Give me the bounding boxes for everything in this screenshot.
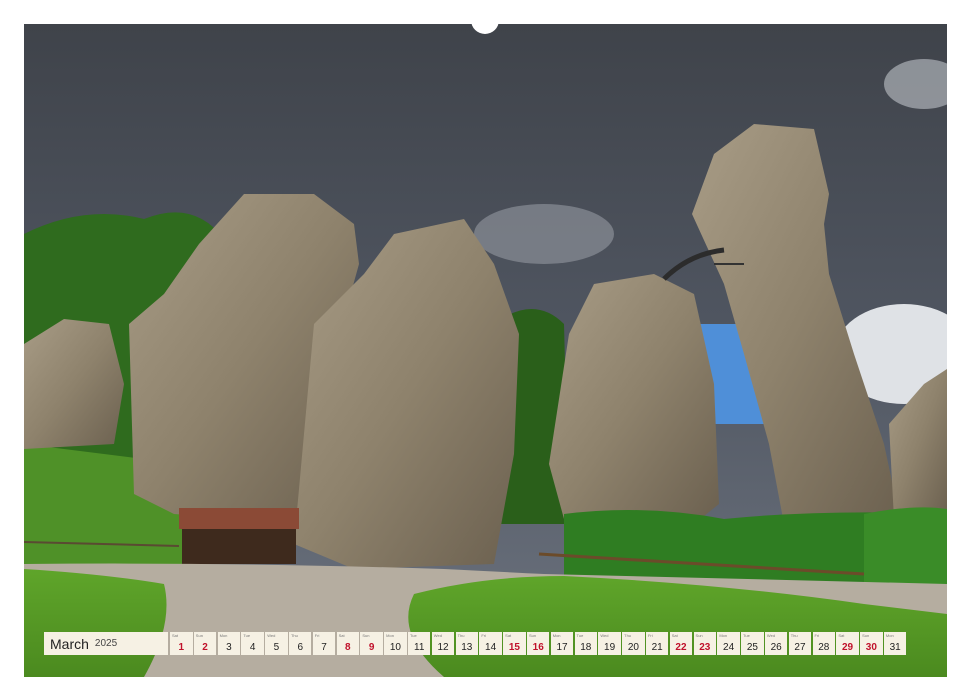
weekday-label: Mon	[552, 633, 561, 638]
weekday-label: Tue	[243, 633, 251, 638]
weekday-label: Thu	[290, 633, 298, 638]
weekday-label: Thu	[457, 633, 465, 638]
day-cell: Sun 23	[693, 632, 717, 655]
calendar-strip: March 2025 Sat 1 Sun 2 Mon 3 Tue 4 Wed 5 Thu 6 Fri 7 S…	[44, 632, 927, 655]
day-cell: Sat 29	[836, 632, 859, 655]
day-cell: Tue 18	[574, 632, 598, 655]
day-cell: Fri 21	[645, 632, 669, 655]
day-cell: Mon 24	[717, 632, 740, 655]
weekday-label: Sat	[671, 633, 678, 638]
day-cell: Sat 15	[503, 632, 526, 655]
weekday-label: Sun	[362, 633, 370, 638]
weekday-label: Sat	[505, 633, 512, 638]
day-cell: Tue 11	[407, 632, 431, 655]
day-number: 24	[723, 642, 735, 653]
landscape-photo	[24, 24, 947, 677]
day-cells: Sat 1 Sun 2 Mon 3 Tue 4 Wed 5 Thu 6 Fri 7 Sat 8 Sun 9 Mon 1…	[170, 632, 907, 655]
day-number: 8	[345, 642, 351, 653]
year-label: 2025	[94, 638, 118, 649]
weekday-label: Tue	[743, 633, 750, 638]
day-cell: Sat 1	[170, 632, 193, 655]
day-number: 28	[818, 642, 830, 653]
day-cell: Fri 7	[312, 632, 336, 655]
day-number: 4	[249, 642, 256, 653]
day-number: 20	[627, 642, 639, 653]
weekday-label: Sun	[695, 633, 703, 638]
day-number: 30	[865, 642, 877, 653]
day-number: 31	[889, 642, 901, 653]
day-cell: Tue 25	[741, 632, 764, 655]
weekday-label: Sat	[172, 633, 179, 638]
day-number: 27	[794, 642, 806, 653]
weekday-label: Sun	[528, 633, 537, 638]
day-number: 3	[226, 642, 232, 653]
day-number: 29	[842, 642, 854, 653]
weekday-label: Fri	[314, 633, 320, 638]
weekday-label: Wed	[267, 633, 276, 638]
day-cell: Wed 5	[265, 632, 288, 655]
day-cell: Thu 13	[455, 632, 479, 655]
day-cell: Wed 19	[598, 632, 621, 655]
day-number: 9	[368, 642, 375, 653]
day-number: 2	[202, 642, 208, 653]
day-cell: Sun 2	[193, 632, 217, 655]
day-number: 19	[604, 642, 616, 653]
weekday-label: Thu	[624, 633, 632, 638]
day-number: 23	[699, 642, 711, 653]
day-number: 10	[389, 642, 401, 653]
weekday-label: Mon	[219, 633, 228, 638]
day-number: 17	[556, 642, 568, 653]
day-number: 7	[321, 642, 327, 653]
day-number: 11	[414, 642, 425, 653]
day-number: 13	[461, 642, 473, 653]
day-cell: Thu 27	[788, 632, 812, 655]
day-cell: Wed 26	[764, 632, 788, 655]
weekday-label: Thu	[790, 633, 798, 638]
weekday-label: Tue	[576, 633, 584, 638]
day-number: 25	[746, 642, 758, 653]
day-cell: Mon 10	[384, 632, 407, 655]
day-cell: Tue 4	[241, 632, 264, 655]
day-cell: Fri 14	[479, 632, 502, 655]
day-cell: Mon 17	[550, 632, 574, 655]
day-cell: Sun 9	[360, 632, 383, 655]
weekday-label: Mon	[885, 633, 894, 638]
weekday-label: Fri	[814, 633, 820, 638]
day-cell: Mon 3	[217, 632, 241, 655]
weekday-label: Tue	[409, 633, 417, 638]
day-number: 22	[675, 642, 687, 653]
day-number: 16	[532, 642, 544, 653]
day-number: 26	[770, 642, 782, 653]
weekday-label: Wed	[766, 633, 776, 638]
day-cell: Mon 31	[883, 632, 907, 655]
weekday-label: Fri	[481, 633, 487, 638]
day-number: 1	[178, 642, 185, 653]
weekday-label: Sat	[338, 633, 345, 638]
day-cell: Sat 8	[336, 632, 360, 655]
day-cell: Sun 16	[526, 632, 550, 655]
day-cell: Fri 28	[812, 632, 836, 655]
day-number: 18	[580, 642, 592, 653]
day-number: 15	[508, 642, 520, 653]
weekday-label: Sun	[195, 633, 203, 638]
day-number: 6	[297, 642, 304, 653]
weekday-label: Sun	[862, 633, 870, 638]
day-cell: Wed 12	[431, 632, 455, 655]
day-number: 12	[437, 642, 449, 653]
weekday-label: Fri	[647, 633, 653, 638]
weekday-label: Wed	[600, 633, 609, 638]
day-cell: Sun 30	[860, 632, 883, 655]
day-number: 21	[651, 642, 663, 653]
weekday-label: Sat	[838, 633, 845, 638]
day-cell: Thu 20	[622, 632, 645, 655]
weekday-label: Mon	[386, 633, 394, 638]
weekday-label: Wed	[433, 633, 442, 638]
weekday-label: Mon	[719, 633, 728, 638]
month-label: March 2025	[44, 632, 168, 655]
day-cell: Sat 22	[669, 632, 693, 655]
day-number: 5	[273, 642, 280, 653]
month-name: March	[50, 635, 89, 652]
day-number: 14	[485, 642, 497, 653]
day-cell: Thu 6	[288, 632, 312, 655]
